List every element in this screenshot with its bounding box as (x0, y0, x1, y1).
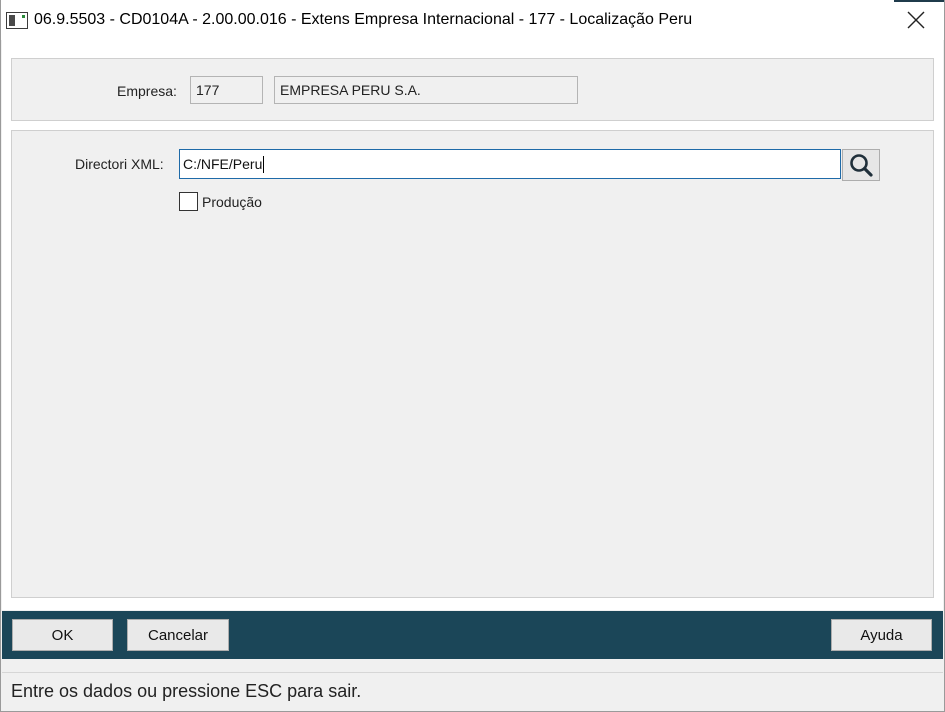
ok-button[interactable]: OK (12, 619, 113, 651)
xml-directory-input[interactable]: C:/NFE/Peru (179, 149, 841, 179)
window-edge-accent (894, 0, 944, 2)
search-icon (850, 154, 873, 177)
status-bar: Entre os dados ou pressione ESC para sai… (2, 672, 943, 710)
xml-directory-label: Directori XML: (75, 156, 164, 172)
app-window-icon (6, 12, 28, 29)
status-text: Entre os dados ou pressione ESC para sai… (11, 681, 362, 701)
settings-panel: Directori XML: C:/NFE/Peru Produção (11, 130, 934, 598)
dialog-content: Empresa: 177 EMPRESA PERU S.A. Directori… (2, 40, 943, 610)
xml-directory-value: C:/NFE/Peru (183, 156, 263, 172)
button-bar: OK Cancelar Ayuda (2, 611, 943, 659)
producao-checkbox[interactable] (179, 192, 198, 211)
company-label: Empresa: (117, 83, 177, 99)
company-code-field: 177 (190, 76, 263, 104)
help-button[interactable]: Ayuda (831, 619, 932, 651)
company-panel: Empresa: 177 EMPRESA PERU S.A. (11, 58, 934, 121)
text-caret (263, 155, 265, 173)
window-title: 06.9.5503 - CD0104A - 2.00.00.016 - Exte… (34, 11, 693, 28)
producao-label: Produção (202, 194, 262, 210)
cancel-button[interactable]: Cancelar (127, 619, 229, 651)
browse-directory-button[interactable] (842, 149, 880, 181)
close-icon (907, 11, 925, 29)
company-name-field: EMPRESA PERU S.A. (274, 76, 578, 104)
dialog-window: 06.9.5503 - CD0104A - 2.00.00.016 - Exte… (0, 0, 945, 712)
title-bar: 06.9.5503 - CD0104A - 2.00.00.016 - Exte… (1, 0, 944, 40)
close-button[interactable] (888, 0, 944, 40)
